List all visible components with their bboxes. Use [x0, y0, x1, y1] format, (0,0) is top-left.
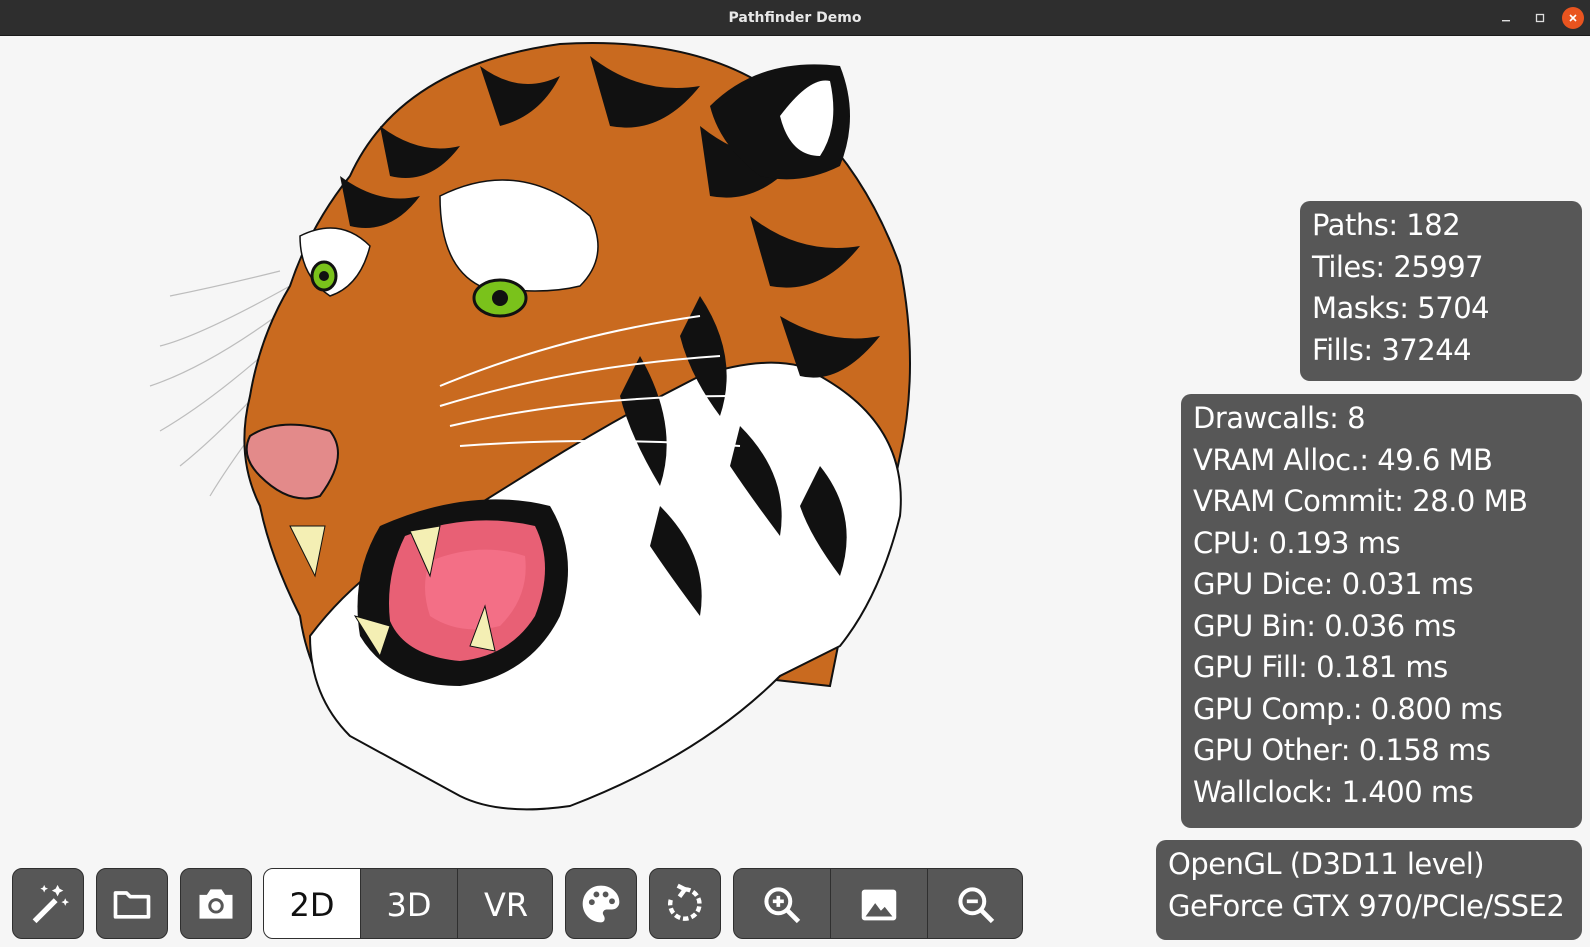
- stat-drawcalls: Drawcalls: 8: [1193, 401, 1366, 435]
- stat-gpu-comp: GPU Comp.: 0.800 ms: [1193, 691, 1503, 726]
- minimize-icon: [1502, 20, 1510, 22]
- tiger-artwork: [149, 42, 911, 811]
- magic-wand-icon: [32, 884, 70, 923]
- zoom-in-button[interactable]: [734, 869, 830, 938]
- stat-masks: Masks: 5704: [1312, 291, 1490, 325]
- stat-vram-commit: VRAM Commit: 28.0 MB: [1193, 484, 1528, 518]
- mode-vr-button[interactable]: VR: [458, 869, 552, 938]
- open-file-button[interactable]: [96, 868, 168, 939]
- stat-gpu-other: GPU Other: 0.158 ms: [1193, 733, 1491, 767]
- stat-gpu-bin: GPU Bin: 0.036 ms: [1193, 608, 1456, 643]
- zoom-out-button[interactable]: [928, 869, 1022, 938]
- minimize-button[interactable]: [1494, 6, 1518, 30]
- rotate-icon: [667, 883, 702, 921]
- camera-icon: [199, 888, 233, 919]
- folder-icon: [113, 890, 151, 919]
- stat-tiles: Tiles: 25997: [1312, 249, 1484, 284]
- stat-gpu-fill: GPU Fill: 0.181 ms: [1193, 650, 1448, 684]
- mode-2d-button[interactable]: 2D: [264, 869, 360, 938]
- device-api: OpenGL (D3D11 level): [1168, 847, 1485, 881]
- stat-paths: Paths: 182: [1312, 208, 1461, 242]
- stat-cpu: CPU: 0.193 ms: [1193, 525, 1401, 560]
- window-titlebar: Pathfinder Demo: [0, 0, 1590, 36]
- window-title: Pathfinder Demo: [728, 10, 862, 26]
- close-button[interactable]: [1562, 7, 1584, 29]
- palette-icon: [582, 885, 620, 922]
- stat-gpu-dice: GPU Dice: 0.031 ms: [1193, 567, 1474, 601]
- stat-fills: Fills: 37244: [1312, 332, 1472, 367]
- actual-size-button[interactable]: [831, 869, 927, 938]
- stat-vram-alloc: VRAM Alloc.: 49.6 MB: [1193, 442, 1493, 477]
- mode-selector: 2D 3D VR: [263, 868, 553, 939]
- device-gpu: GeForce GTX 970/PCIe/SSE2: [1168, 888, 1565, 923]
- maximize-icon: [1535, 13, 1545, 23]
- zoom-in-icon: [764, 886, 801, 923]
- device-info-panel: OpenGL (D3D11 level) GeForce GTX 970/PCI…: [1156, 840, 1582, 940]
- timing-stats-panel: Drawcalls: 8 VRAM Alloc.: 49.6 MB VRAM C…: [1181, 394, 1582, 828]
- stat-wallclock: Wallclock: 1.400 ms: [1193, 774, 1474, 809]
- rotate-button[interactable]: [649, 868, 721, 939]
- maximize-button[interactable]: [1528, 6, 1552, 30]
- image-icon: [861, 889, 897, 920]
- mode-3d-button[interactable]: 3D: [361, 869, 457, 938]
- zoom-out-icon: [958, 886, 995, 923]
- close-icon: [1569, 14, 1577, 22]
- background-color-button[interactable]: [565, 868, 637, 939]
- screenshot-button[interactable]: [180, 868, 252, 939]
- effects-button[interactable]: [12, 868, 84, 939]
- scene-stats-panel: Paths: 182 Tiles: 25997 Masks: 5704 Fill…: [1300, 201, 1582, 381]
- zoom-controls: [733, 868, 1023, 939]
